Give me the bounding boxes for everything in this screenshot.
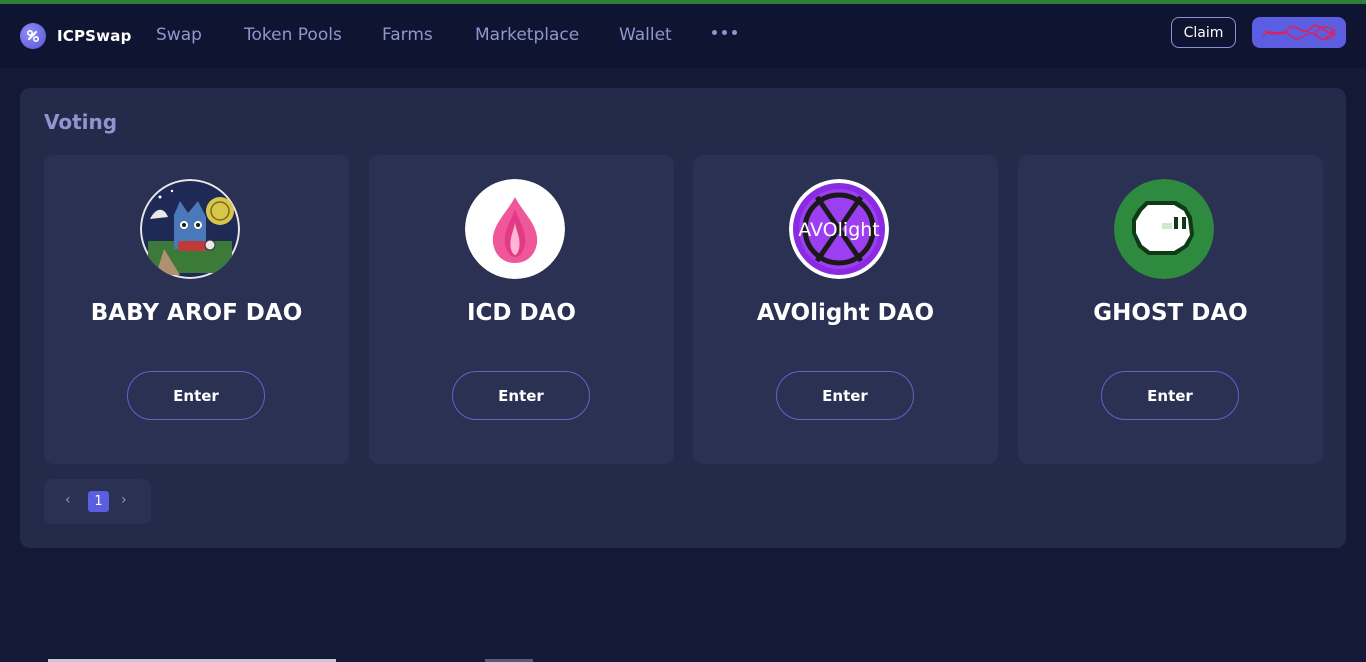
- avolight-avatar: AVOlight: [789, 179, 889, 279]
- nav-farms[interactable]: Farms: [382, 25, 433, 45]
- claim-button[interactable]: Claim: [1171, 17, 1236, 48]
- dao-card-ghost: GHOST DAO Enter: [1018, 155, 1323, 464]
- nav-token-pools[interactable]: Token Pools: [244, 25, 342, 45]
- dao-name: ICD DAO: [467, 300, 576, 326]
- dao-name: AVOlight DAO: [756, 300, 935, 326]
- enter-button[interactable]: Enter: [776, 371, 914, 420]
- enter-button[interactable]: Enter: [452, 371, 590, 420]
- dao-name: GHOST DAO: [1093, 300, 1248, 326]
- icd-flame-avatar: [465, 179, 565, 279]
- nav-wallet[interactable]: Wallet: [619, 25, 672, 45]
- dao-name: BABY AROF DAO: [90, 300, 303, 326]
- more-menu-ellipsis-icon[interactable]: [712, 30, 737, 35]
- ghost-avatar: [1114, 179, 1214, 279]
- account-scribble-icon: [1262, 24, 1336, 40]
- brand-name: ICPSwap: [57, 27, 132, 45]
- brand[interactable]: ICPSwap: [20, 23, 132, 49]
- dao-card-icd: ICD DAO Enter: [369, 155, 674, 464]
- panel-title: Voting: [44, 110, 118, 134]
- enter-button[interactable]: Enter: [127, 371, 265, 420]
- chevron-left-icon[interactable]: ‹: [65, 492, 71, 508]
- page-number-button[interactable]: 1: [88, 491, 109, 512]
- top-navbar: ICPSwap Swap Token Pools Farms Marketpla…: [0, 4, 1366, 68]
- chevron-right-icon[interactable]: ›: [121, 492, 127, 508]
- dao-card-baby-arof: BABY AROF DAO Enter: [44, 155, 349, 464]
- icpswap-logo-icon: [20, 23, 46, 49]
- pagination: ‹ 1 ›: [44, 479, 151, 524]
- account-button[interactable]: [1252, 17, 1346, 48]
- svg-text:AVOlight: AVOlight: [798, 219, 880, 241]
- voting-panel: Voting BABY AROF DAO Enter ICD DAO Enter…: [20, 88, 1346, 548]
- baby-arof-avatar: [140, 179, 240, 279]
- enter-button[interactable]: Enter: [1101, 371, 1239, 420]
- nav-marketplace[interactable]: Marketplace: [475, 25, 579, 45]
- nav-swap[interactable]: Swap: [156, 25, 202, 45]
- dao-card-avolight: AVOlight AVOlight DAO Enter: [693, 155, 998, 464]
